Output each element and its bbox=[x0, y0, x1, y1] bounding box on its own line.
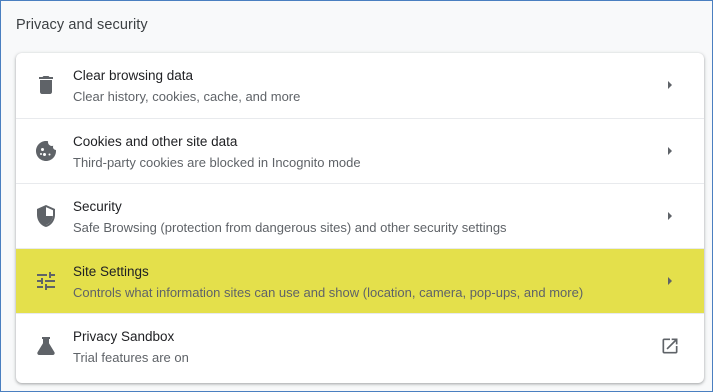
row-subtitle: Safe Browsing (protection from dangerous… bbox=[73, 220, 507, 235]
trash-icon bbox=[34, 73, 58, 97]
open-in-new-icon[interactable] bbox=[660, 336, 680, 356]
row-title: Privacy Sandbox bbox=[73, 329, 175, 344]
row-site-settings[interactable]: Site Settings Controls what information … bbox=[16, 248, 704, 313]
settings-panel: Privacy and security Clear browsing data… bbox=[0, 0, 713, 392]
row-security[interactable]: Security Safe Browsing (protection from … bbox=[16, 183, 704, 248]
chevron-right-icon[interactable] bbox=[660, 141, 680, 161]
row-subtitle: Controls what information sites can use … bbox=[73, 285, 584, 300]
row-privacy-sandbox[interactable]: Privacy Sandbox Trial features are on bbox=[16, 313, 704, 378]
row-clear-browsing-data[interactable]: Clear browsing data Clear history, cooki… bbox=[16, 53, 704, 118]
row-title: Security bbox=[73, 199, 122, 214]
section-title: Privacy and security bbox=[16, 17, 148, 33]
row-title: Site Settings bbox=[73, 264, 149, 279]
chevron-right-icon[interactable] bbox=[660, 271, 680, 291]
tune-sliders-icon bbox=[34, 269, 58, 293]
flask-icon bbox=[34, 334, 58, 358]
row-subtitle: Trial features are on bbox=[73, 350, 189, 365]
cookie-icon bbox=[34, 139, 58, 163]
chevron-right-icon[interactable] bbox=[660, 206, 680, 226]
row-cookies-and-site-data[interactable]: Cookies and other site data Third-party … bbox=[16, 118, 704, 183]
row-title: Cookies and other site data bbox=[73, 134, 238, 149]
chevron-right-icon[interactable] bbox=[660, 75, 680, 95]
row-subtitle: Clear history, cookies, cache, and more bbox=[73, 89, 301, 104]
shield-icon bbox=[34, 204, 58, 228]
row-subtitle: Third-party cookies are blocked in Incog… bbox=[73, 155, 361, 170]
row-title: Clear browsing data bbox=[73, 68, 194, 83]
privacy-settings-card: Clear browsing data Clear history, cooki… bbox=[16, 53, 704, 383]
